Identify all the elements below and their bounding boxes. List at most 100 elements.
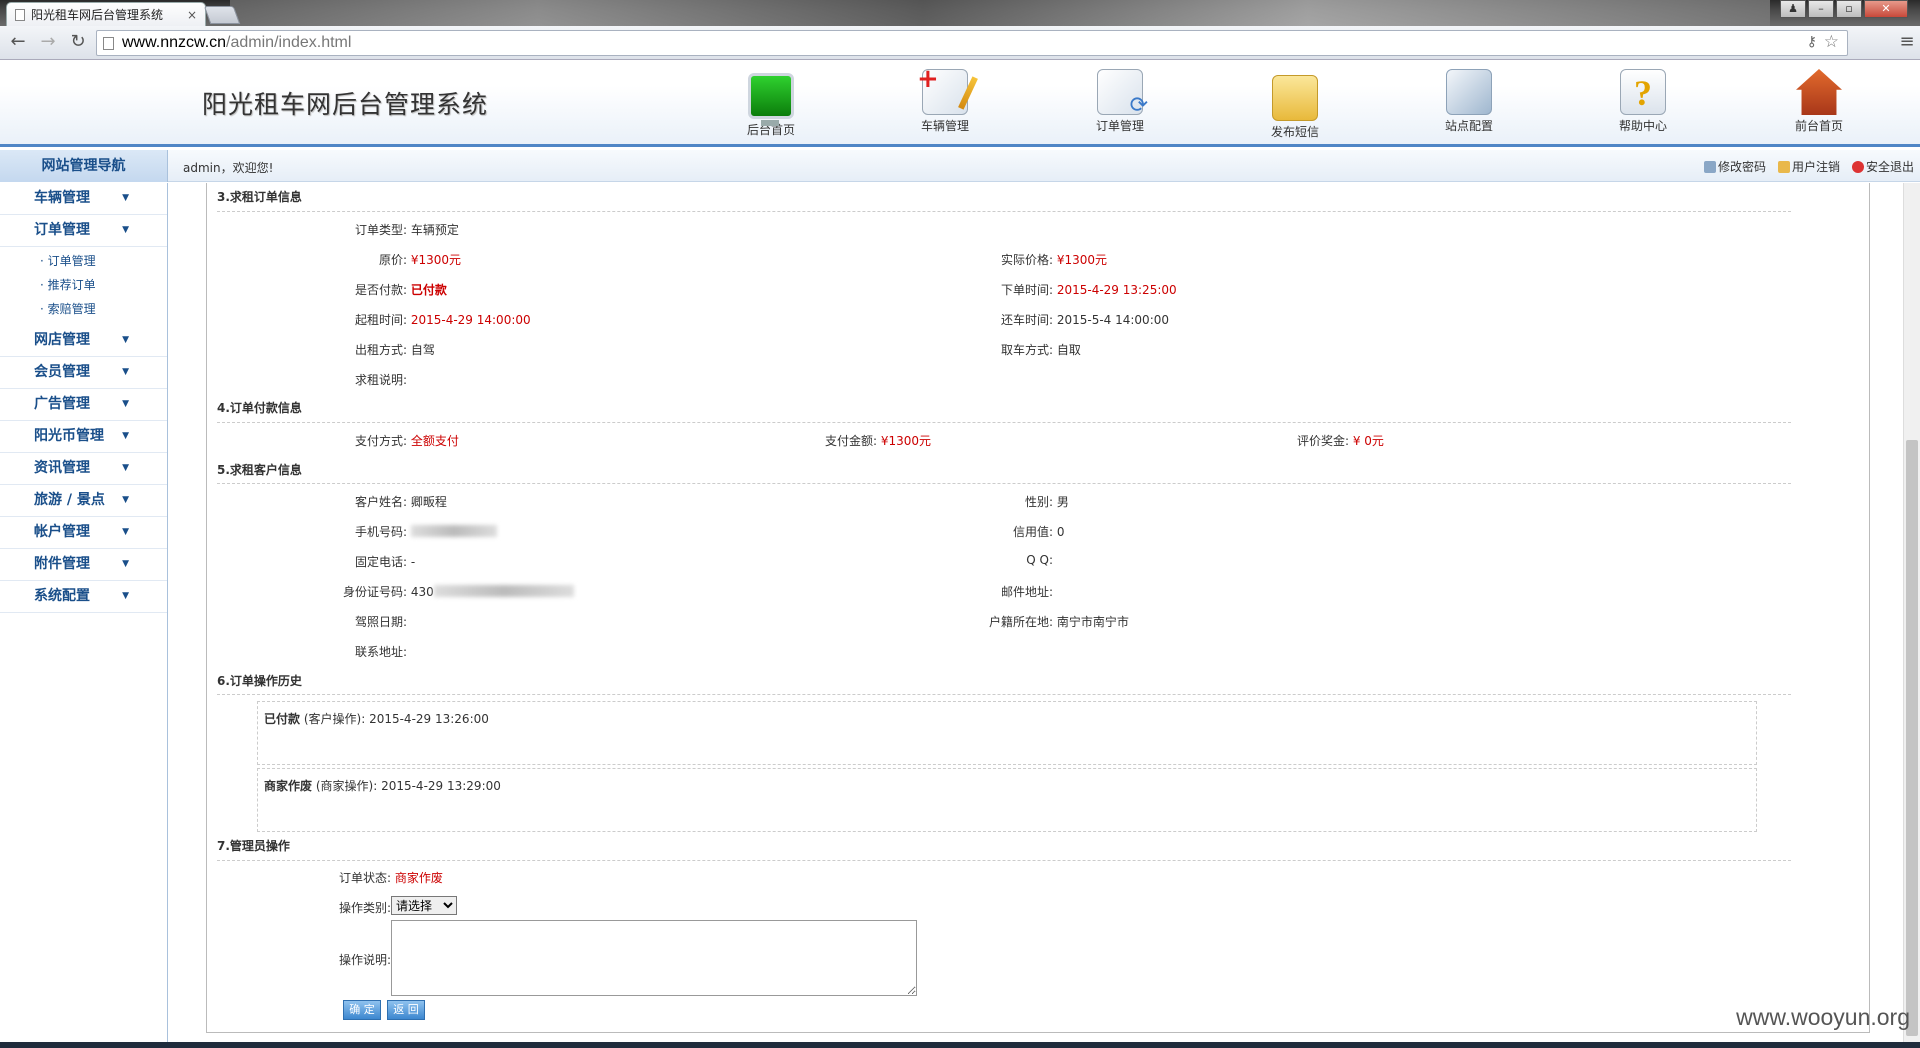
nav-label: 帮助中心 xyxy=(1618,119,1667,133)
caret-down-icon: ▼ xyxy=(122,495,129,505)
redacted-phone xyxy=(410,525,497,537)
new-tab-button[interactable] xyxy=(203,6,241,24)
page-scrollbar[interactable] xyxy=(1903,183,1920,1043)
nav-publish-sms[interactable]: 发布短信 xyxy=(1250,69,1340,140)
field-label: 联系地址: xyxy=(354,645,407,659)
field-value: ¥1300元 xyxy=(1056,253,1108,267)
field-value: 430 xyxy=(410,585,434,599)
field-value: 2015-4-29 13:25:00 xyxy=(1056,283,1177,297)
maximize-icon[interactable]: ▫ xyxy=(1836,0,1862,18)
sidebar-item-travel[interactable]: 旅游 / 景点 ▼ xyxy=(0,485,167,517)
browser-tab[interactable]: 阳光租车网后台管理系统 × xyxy=(6,2,206,26)
caret-down-icon: ▼ xyxy=(122,591,129,601)
key-icon xyxy=(1703,161,1716,173)
tab-close-icon[interactable]: × xyxy=(187,8,197,22)
field-label: 订单状态: xyxy=(338,871,391,885)
history-action: 商家作废 xyxy=(264,779,313,793)
field-label: 驾照日期: xyxy=(354,615,407,629)
sidebar-item-accounts[interactable]: 帐户管理 ▼ xyxy=(0,517,167,549)
sidebar-item-vehicles[interactable]: 车辆管理 ▼ xyxy=(0,183,167,215)
history-actor: (商家操作): xyxy=(312,779,382,793)
field-label: 评价奖金: xyxy=(1296,434,1349,448)
sidebar-item-members[interactable]: 会员管理 ▼ xyxy=(0,357,167,389)
caret-down-icon: ▼ xyxy=(122,367,129,377)
history-entry: 已付款 (客户操作): 2015-4-29 13:26:00 xyxy=(257,701,1757,765)
browser-menu-icon[interactable]: ≡ xyxy=(1898,32,1916,52)
field-label: Q Q: xyxy=(1026,553,1053,567)
sidebar-subitem-order-management[interactable]: · 订单管理 xyxy=(40,249,167,273)
field-pickup-mode: 取车方式: 自取 xyxy=(953,341,1081,358)
sidebar-item-label: 阳光币管理 xyxy=(34,428,104,444)
field-address: 联系地址: xyxy=(307,643,407,660)
field-value: 自驾 xyxy=(410,343,435,357)
reload-icon[interactable]: ↻ xyxy=(66,31,90,55)
confirm-button[interactable]: 确 定 xyxy=(343,1000,381,1020)
sidebar-item-news[interactable]: 资讯管理 ▼ xyxy=(0,453,167,485)
back-arrow-icon[interactable]: ← xyxy=(6,31,30,55)
operation-description-textarea[interactable] xyxy=(391,920,917,996)
redacted-id xyxy=(433,585,574,597)
field-hukou: 户籍所在地: 南宁市南宁市 xyxy=(953,613,1129,630)
field-value: ¥ 0元 xyxy=(1352,434,1384,448)
logout-link[interactable]: 用户注销 xyxy=(1777,158,1840,175)
field-email: 邮件地址: xyxy=(953,583,1053,600)
field-label: 原价: xyxy=(378,253,407,267)
field-op-desc: 操作说明: xyxy=(267,951,391,968)
safe-exit-link[interactable]: 安全退出 xyxy=(1851,158,1914,175)
nav-front-home[interactable]: 前台首页 xyxy=(1774,69,1864,134)
bookmark-star-icon[interactable]: ☆ xyxy=(1824,32,1839,52)
field-label: 户籍所在地: xyxy=(988,615,1053,629)
field-original-price: 原价: ¥1300元 xyxy=(307,251,461,268)
operation-type-select[interactable]: 请选择 xyxy=(391,896,457,915)
scrollbar-thumb[interactable] xyxy=(1906,440,1918,1036)
field-label: 操作说明: xyxy=(338,953,391,967)
history-time: 2015-4-29 13:29:00 xyxy=(381,779,501,793)
sidebar-subitem-recommended-orders[interactable]: · 推荐订单 xyxy=(40,273,167,297)
sidebar-subitem-claims[interactable]: · 索赔管理 xyxy=(40,297,167,321)
nav-site-config[interactable]: 站点配置 xyxy=(1424,69,1514,134)
field-value: 男 xyxy=(1056,495,1069,509)
field-return-time: 还车时间: 2015-5-4 14:00:00 xyxy=(953,311,1169,328)
welcome-text: admin，欢迎您! xyxy=(183,161,274,175)
window-user-icon[interactable]: ♟ xyxy=(1780,0,1806,18)
page-icon xyxy=(103,36,114,50)
field-label: 出租方式: xyxy=(354,343,407,357)
field-mobile: 手机号码: xyxy=(307,523,497,540)
app-header: 阳光租车网后台管理系统 后台首页 + 车辆管理 ⟳ 订单管理 发布短信 站点配置… xyxy=(0,61,1920,147)
field-actual-price: 实际价格: ¥1300元 xyxy=(953,251,1107,268)
sidebar-item-coins[interactable]: 阳光币管理 ▼ xyxy=(0,421,167,453)
document-refresh-icon: ⟳ xyxy=(1097,69,1148,118)
field-value: 0 xyxy=(1056,525,1065,539)
nav-admin-home[interactable]: 后台首页 xyxy=(726,69,816,138)
app-title: 阳光租车网后台管理系统 xyxy=(202,90,489,119)
minimize-icon[interactable]: – xyxy=(1808,0,1834,18)
tabbar-background xyxy=(230,0,1770,26)
field-rental-note: 求租说明: xyxy=(307,371,407,388)
address-bar[interactable]: www.nnzcw.cn/admin/index.html ⚷ ☆ xyxy=(96,30,1848,56)
caret-down-icon: ▼ xyxy=(122,431,129,441)
caret-down-icon: ▼ xyxy=(122,335,129,345)
field-license-date: 驾照日期: xyxy=(307,613,407,630)
forward-arrow-icon[interactable]: → xyxy=(36,31,60,55)
field-label: 起租时间: xyxy=(354,313,407,327)
section-title-admin-op: 7.管理员操作 xyxy=(217,839,290,853)
sidebar-item-ads[interactable]: 广告管理 ▼ xyxy=(0,389,167,421)
window-close-icon[interactable]: ✕ xyxy=(1864,0,1908,18)
sidebar-item-orders[interactable]: 订单管理 ▼ xyxy=(0,215,167,247)
nav-order-management[interactable]: ⟳ 订单管理 xyxy=(1075,69,1165,134)
field-label: 客户姓名: xyxy=(354,495,407,509)
nav-vehicle-management[interactable]: + 车辆管理 xyxy=(900,64,990,134)
sidebar-item-attachments[interactable]: 附件管理 ▼ xyxy=(0,549,167,581)
field-label: 邮件地址: xyxy=(1000,585,1053,599)
sidebar-item-shops[interactable]: 网店管理 ▼ xyxy=(0,325,167,357)
field-label: 实际价格: xyxy=(1000,253,1053,267)
change-password-link[interactable]: 修改密码 xyxy=(1703,158,1766,175)
nav-help-center[interactable]: ? 帮助中心 xyxy=(1598,69,1688,134)
field-credit: 信用值: 0 xyxy=(953,523,1065,540)
field-qq: Q Q: xyxy=(953,553,1053,567)
logout-label: 用户注销 xyxy=(1791,160,1840,174)
sidebar-item-system-config[interactable]: 系统配置 ▼ xyxy=(0,581,167,613)
mail-icon xyxy=(1272,75,1318,121)
back-button[interactable]: 返 回 xyxy=(387,1000,425,1020)
key-icon[interactable]: ⚷ xyxy=(1807,34,1817,50)
